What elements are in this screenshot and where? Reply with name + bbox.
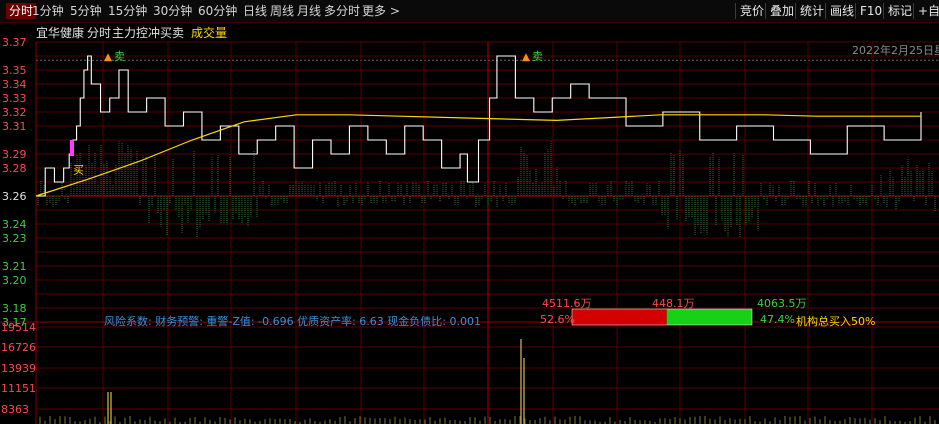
sell-marker-icon [104, 53, 112, 62]
price-axis-label: 3.23 [2, 232, 27, 245]
chart-date: 2022年2月25日星 [852, 44, 939, 57]
sell-ratio-bar [572, 309, 667, 325]
price-axis-label: 3.33 [2, 92, 27, 105]
mid-amount: 448.1万 [652, 297, 695, 310]
price-axis-label: 3.37 [2, 36, 27, 49]
price-axis-label: 3.29 [2, 148, 27, 161]
institution-label: 机构总买入50% [796, 315, 876, 328]
volume-axis-label: 19514 [1, 321, 36, 334]
buy-marker-bar [70, 140, 74, 156]
sell-marker-label: 卖 [532, 50, 543, 63]
volume-axis-label: 8363 [1, 403, 29, 416]
price-axis-label: 3.24 [2, 218, 27, 231]
buy-marker-label: 买 [73, 164, 84, 177]
volume-axis-label: 16726 [1, 341, 36, 354]
price-axis-label: 3.26 [2, 190, 27, 203]
sell-marker-label: 卖 [114, 50, 125, 63]
sell-marker-icon [522, 53, 530, 62]
risk-text: 风险系数: 财务预警: 重警-Z值: -0.696 优质资产率: 6.63 现金… [104, 315, 481, 328]
price-axis-label: 3.31 [2, 120, 27, 133]
price-axis-label: 3.32 [2, 106, 27, 119]
price-axis-label: 3.21 [2, 260, 27, 273]
sell-percent: 52.6% [540, 313, 575, 326]
intraday-chart: 3.37 3.353.343.333.323.31 3.293.28 3.26 3.24… [0, 36, 939, 424]
price-axis-label: 3.34 [2, 78, 27, 91]
buy-ratio-bar [666, 309, 752, 325]
volume-axis-label: 11151 [1, 382, 36, 395]
sell-amount: 4511.6万 [542, 297, 592, 310]
price-axis-label: 3.28 [2, 162, 27, 175]
price-axis-label: 3.20 [2, 274, 27, 287]
volume-axis-label: 13939 [1, 362, 36, 375]
buy-amount: 4063.5万 [757, 297, 807, 310]
buy-percent: 47.4% [760, 313, 795, 326]
price-axis-label: 3.35 [2, 64, 27, 77]
price-axis-label: 3.18 [2, 302, 27, 315]
